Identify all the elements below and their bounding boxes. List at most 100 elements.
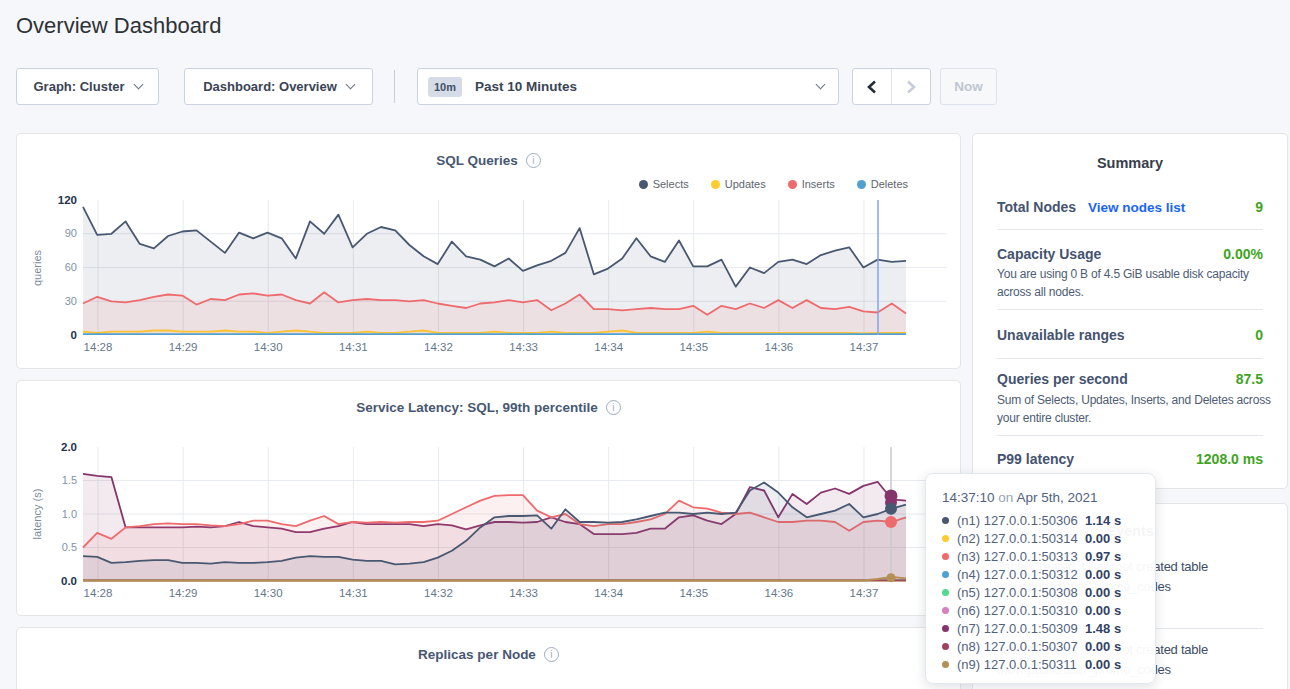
x-axis-label: 14:33 [502, 587, 546, 599]
x-axis-label: 14:36 [757, 587, 801, 599]
dashboard-dropdown[interactable]: Dashboard: Overview [184, 68, 373, 105]
node-latency-value: 0.00 s [1085, 603, 1121, 618]
x-axis-label: 14:32 [416, 341, 460, 353]
node-latency-value: 1.14 s [1085, 513, 1121, 528]
tooltip-node-row: (n1) 127.0.0.1:503061.14 s [942, 511, 1155, 529]
legend-dot [711, 180, 720, 189]
y-axis-label: 0.5 [17, 541, 77, 554]
x-axis-label: 14:29 [161, 587, 205, 599]
y-axis-label: 1.0 [17, 508, 77, 521]
node-color-dot [942, 643, 949, 650]
time-range-select[interactable]: 10m Past 10 Minutes [417, 68, 839, 105]
chevron-down-icon [133, 80, 143, 90]
x-axis-label: 14:28 [76, 341, 120, 353]
service-latency-chart[interactable] [17, 381, 960, 615]
now-button[interactable]: Now [940, 68, 997, 105]
node-address: (n4) 127.0.0.1:50312 [957, 567, 1085, 582]
x-axis-label: 14:32 [416, 587, 460, 599]
node-latency-value: 0.00 s [1085, 567, 1121, 582]
x-axis-label: 14:30 [246, 341, 290, 353]
y-axis-label: 90 [17, 227, 77, 240]
y-axis-unit-label: queries [31, 198, 45, 338]
x-axis-label: 14:29 [161, 341, 205, 353]
tooltip-node-row: (n6) 127.0.0.1:503100.00 s [942, 601, 1155, 619]
legend-item[interactable]: Inserts [788, 178, 835, 190]
x-axis-label: 14:35 [672, 587, 716, 599]
node-latency-value: 0.00 s [1085, 657, 1121, 672]
p99-latency-value: 1208.0 ms [1196, 451, 1263, 467]
total-nodes-label: Total Nodes [997, 199, 1076, 215]
sql-queries-chart[interactable] [17, 134, 960, 368]
node-color-dot [942, 517, 949, 524]
unavailable-ranges-value: 0 [1255, 327, 1263, 343]
tooltip-node-row: (n2) 127.0.0.1:503140.00 s [942, 529, 1155, 547]
legend-label: Updates [725, 178, 766, 190]
x-axis-label: 14:34 [587, 587, 631, 599]
tooltip-node-row: (n5) 127.0.0.1:503080.00 s [942, 583, 1155, 601]
node-latency-value: 0.97 s [1085, 549, 1121, 564]
legend-dot [639, 180, 648, 189]
node-color-dot [942, 607, 949, 614]
legend-item[interactable]: Deletes [857, 178, 908, 190]
node-address: (n2) 127.0.0.1:50314 [957, 531, 1085, 546]
y-axis-unit-label: latency (s) [31, 444, 45, 584]
capacity-usage-value: 0.00% [1223, 246, 1263, 262]
x-axis-label: 14:33 [502, 341, 546, 353]
time-nav-group [852, 68, 931, 105]
service-latency-card: Service Latency: SQL, 99th percentile i … [16, 380, 961, 616]
legend-item[interactable]: Selects [639, 178, 689, 190]
node-color-dot [942, 589, 949, 596]
unavailable-ranges-label: Unavailable ranges [997, 327, 1125, 343]
legend-label: Selects [653, 178, 689, 190]
node-latency-value: 1.48 s [1085, 621, 1121, 636]
dashboard-dropdown-label: Dashboard: Overview [203, 79, 337, 94]
node-latency-value: 0.00 s [1085, 531, 1121, 546]
node-address: (n6) 127.0.0.1:50310 [957, 603, 1085, 618]
node-address: (n8) 127.0.0.1:50307 [957, 639, 1085, 654]
info-icon[interactable]: i [544, 647, 559, 662]
time-range-badge: 10m [428, 77, 462, 97]
total-nodes-value: 9 [1255, 199, 1263, 215]
x-axis-label: 14:31 [331, 341, 375, 353]
node-latency-value: 0.00 s [1085, 585, 1121, 600]
p99-latency-label: P99 latency [997, 451, 1074, 467]
node-address: (n7) 127.0.0.1:50309 [957, 621, 1085, 636]
next-range-button[interactable] [892, 69, 931, 104]
chart-tooltip: 14:37:10 on Apr 5th, 2021 (n1) 127.0.0.1… [925, 473, 1156, 684]
y-axis-label: 60 [17, 261, 77, 274]
replicas-title: Replicas per Node [418, 647, 536, 662]
prev-range-button[interactable] [853, 69, 892, 104]
summary-heading: Summary [973, 155, 1287, 171]
legend-item[interactable]: Updates [711, 178, 766, 190]
y-axis-label: 30 [17, 295, 77, 308]
x-axis-label: 14:35 [672, 341, 716, 353]
summary-card: Summary Total Nodes View nodes list 9 Ca… [972, 133, 1288, 489]
view-nodes-link[interactable]: View nodes list [1088, 200, 1185, 215]
legend-label: Deletes [871, 178, 908, 190]
y-axis-label: 2.0 [17, 441, 77, 454]
replicas-card: Replicas per Node i [16, 627, 961, 689]
node-address: (n9) 127.0.0.1:50311 [957, 657, 1085, 672]
node-color-dot [942, 625, 949, 632]
node-address: (n3) 127.0.0.1:50313 [957, 549, 1085, 564]
x-axis-label: 14:28 [76, 587, 120, 599]
qps-label: Queries per second [997, 371, 1128, 387]
sql-queries-legend: Selects Updates Inserts Deletes [639, 178, 908, 190]
node-address: (n1) 127.0.0.1:50306 [957, 513, 1085, 528]
tooltip-node-row: (n8) 127.0.0.1:503070.00 s [942, 637, 1155, 655]
controls-divider [394, 70, 395, 103]
node-color-dot [942, 535, 949, 542]
node-address: (n5) 127.0.0.1:50308 [957, 585, 1085, 600]
node-color-dot [942, 571, 949, 578]
legend-dot [857, 180, 866, 189]
qps-desc: Sum of Selects, Updates, Inserts, and De… [997, 391, 1265, 427]
node-latency-value: 0.00 s [1085, 639, 1121, 654]
tooltip-node-row: (n7) 127.0.0.1:503091.48 s [942, 619, 1155, 637]
tooltip-node-row: (n4) 127.0.0.1:503120.00 s [942, 565, 1155, 583]
tooltip-timestamp: 14:37:10 on Apr 5th, 2021 [942, 490, 1155, 505]
node-color-dot [942, 553, 949, 560]
page-title: Overview Dashboard [16, 13, 221, 39]
graph-dropdown[interactable]: Graph: Cluster [16, 68, 159, 105]
x-axis-label: 14:30 [246, 587, 290, 599]
tooltip-node-row: (n9) 127.0.0.1:503110.00 s [942, 655, 1155, 673]
